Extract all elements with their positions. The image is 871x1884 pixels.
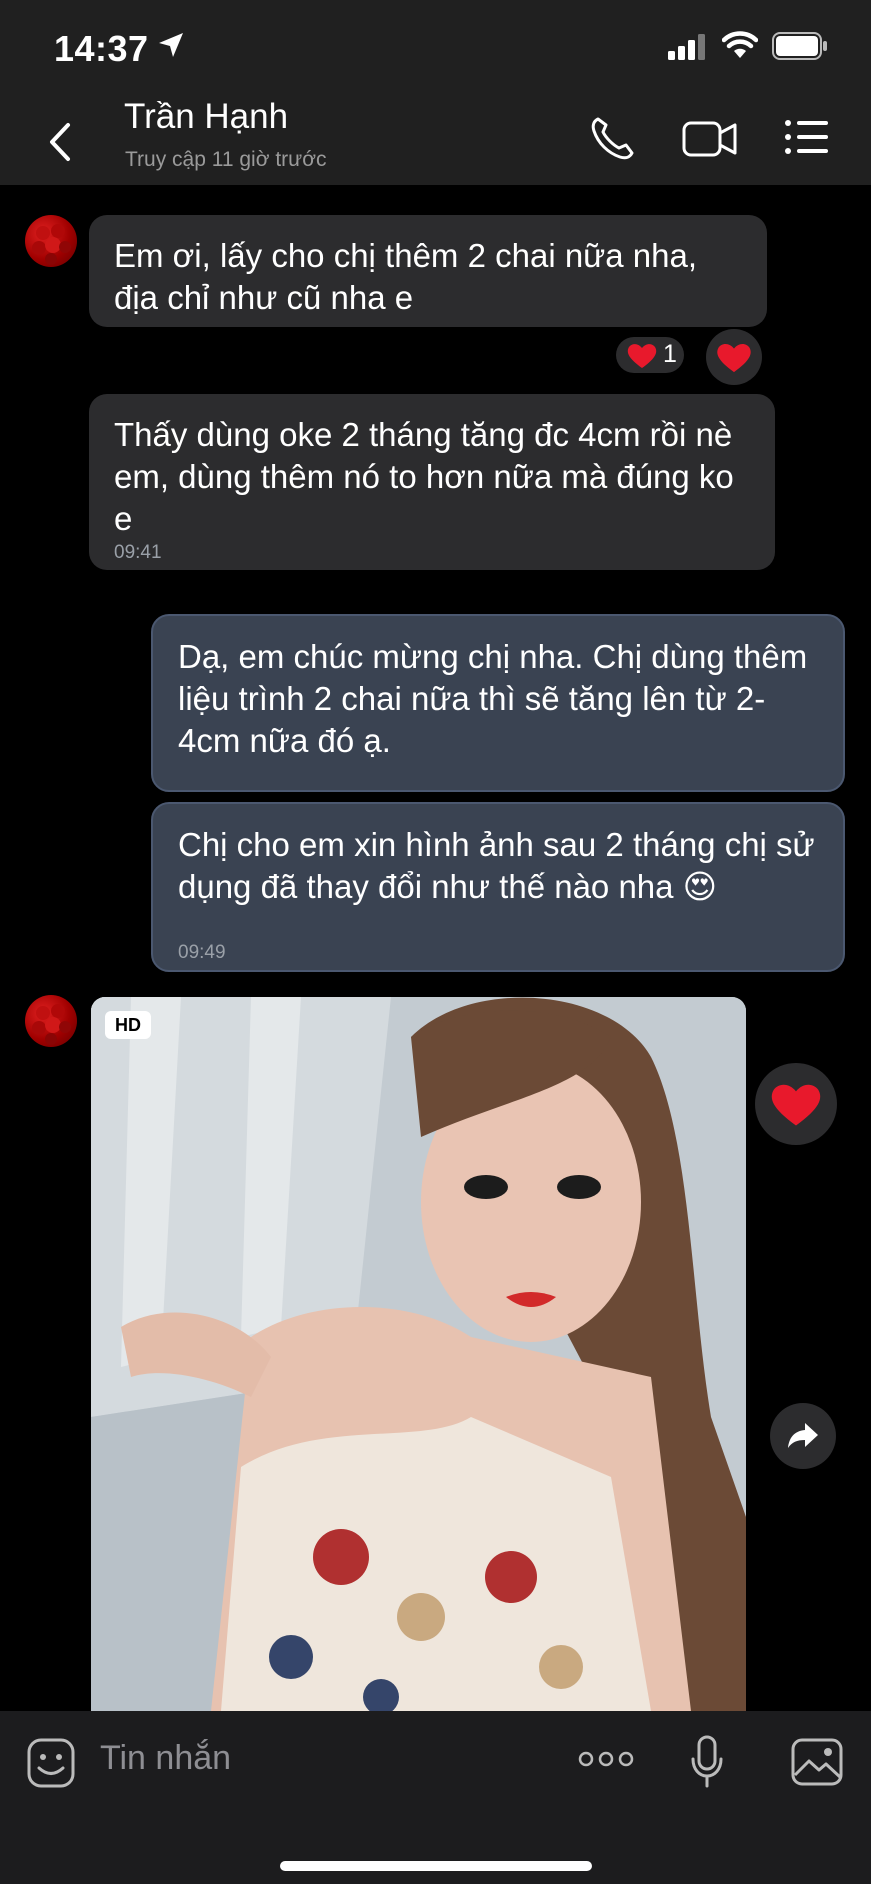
contact-avatar[interactable] [25,995,77,1047]
message-time: 09:41 [114,542,162,563]
gallery-image-icon[interactable] [790,1737,844,1787]
more-options-icon[interactable] [578,1749,634,1769]
reaction-count: 1 [663,340,677,368]
rose-avatar-icon [32,1004,71,1045]
wifi-icon [722,31,758,58]
message-input-bar: Tin nhắn [0,1711,871,1884]
message-time: 09:49 [178,942,226,963]
share-arrow-icon [788,1423,818,1448]
message-text: Dạ, em chúc mừng chị nha. Chị dùng thêm … [178,638,808,759]
message-bubble-outgoing[interactable]: Dạ, em chúc mừng chị nha. Chị dùng thêm … [151,614,845,792]
contact-avatar[interactable] [25,215,77,267]
photo-content [91,997,746,1711]
react-heart-button[interactable] [755,1063,837,1145]
back-arrow-icon[interactable] [42,117,78,167]
status-bar: 14:37 [0,0,871,95]
battery-icon [772,32,827,60]
last-seen-status: Truy cập 11 giờ trước [125,148,327,171]
message-input[interactable]: Tin nhắn [100,1739,231,1778]
home-indicator [280,1861,592,1871]
message-text: Thấy dùng oke 2 tháng tăng đc 4cm rồi nè… [114,416,734,537]
microphone-icon[interactable] [690,1735,724,1789]
message-text: Chị cho em xin hình ảnh sau 2 tháng chị … [178,826,815,905]
message-bubble-incoming[interactable]: Em ơi, lấy cho chị thêm 2 chai nữa nha, … [89,215,767,327]
chat-header: Trần Hạnh Truy cập 11 giờ trước [0,95,871,185]
message-bubble-outgoing[interactable]: Chị cho em xin hình ảnh sau 2 tháng chị … [151,802,845,972]
contact-name[interactable]: Trần Hạnh [124,97,288,137]
status-time: 14:37 [54,28,149,69]
hd-badge: HD [105,1011,151,1039]
message-bubble-incoming[interactable]: Thấy dùng oke 2 tháng tăng đc 4cm rồi nè… [89,394,775,570]
share-button[interactable] [770,1403,836,1469]
photo-message[interactable]: HD [91,997,746,1711]
reaction-summary[interactable]: 1 [616,337,684,373]
rose-avatar-icon [32,224,71,265]
phone-call-icon[interactable] [588,115,636,163]
heart-reaction-icon [627,344,657,368]
heart-icon [771,1084,821,1126]
location-arrow-icon [159,33,183,57]
sticker-emoji-icon[interactable] [26,1737,76,1789]
chat-area[interactable]: Em ơi, lấy cho chị thêm 2 chai nữa nha, … [0,185,871,1711]
react-heart-button[interactable] [706,329,762,385]
video-call-icon[interactable] [682,117,738,161]
cellular-signal-icon [668,34,705,60]
heart-icon [717,344,751,373]
menu-list-icon[interactable] [784,117,830,157]
message-text: Em ơi, lấy cho chị thêm 2 chai nữa nha, … [114,237,698,316]
